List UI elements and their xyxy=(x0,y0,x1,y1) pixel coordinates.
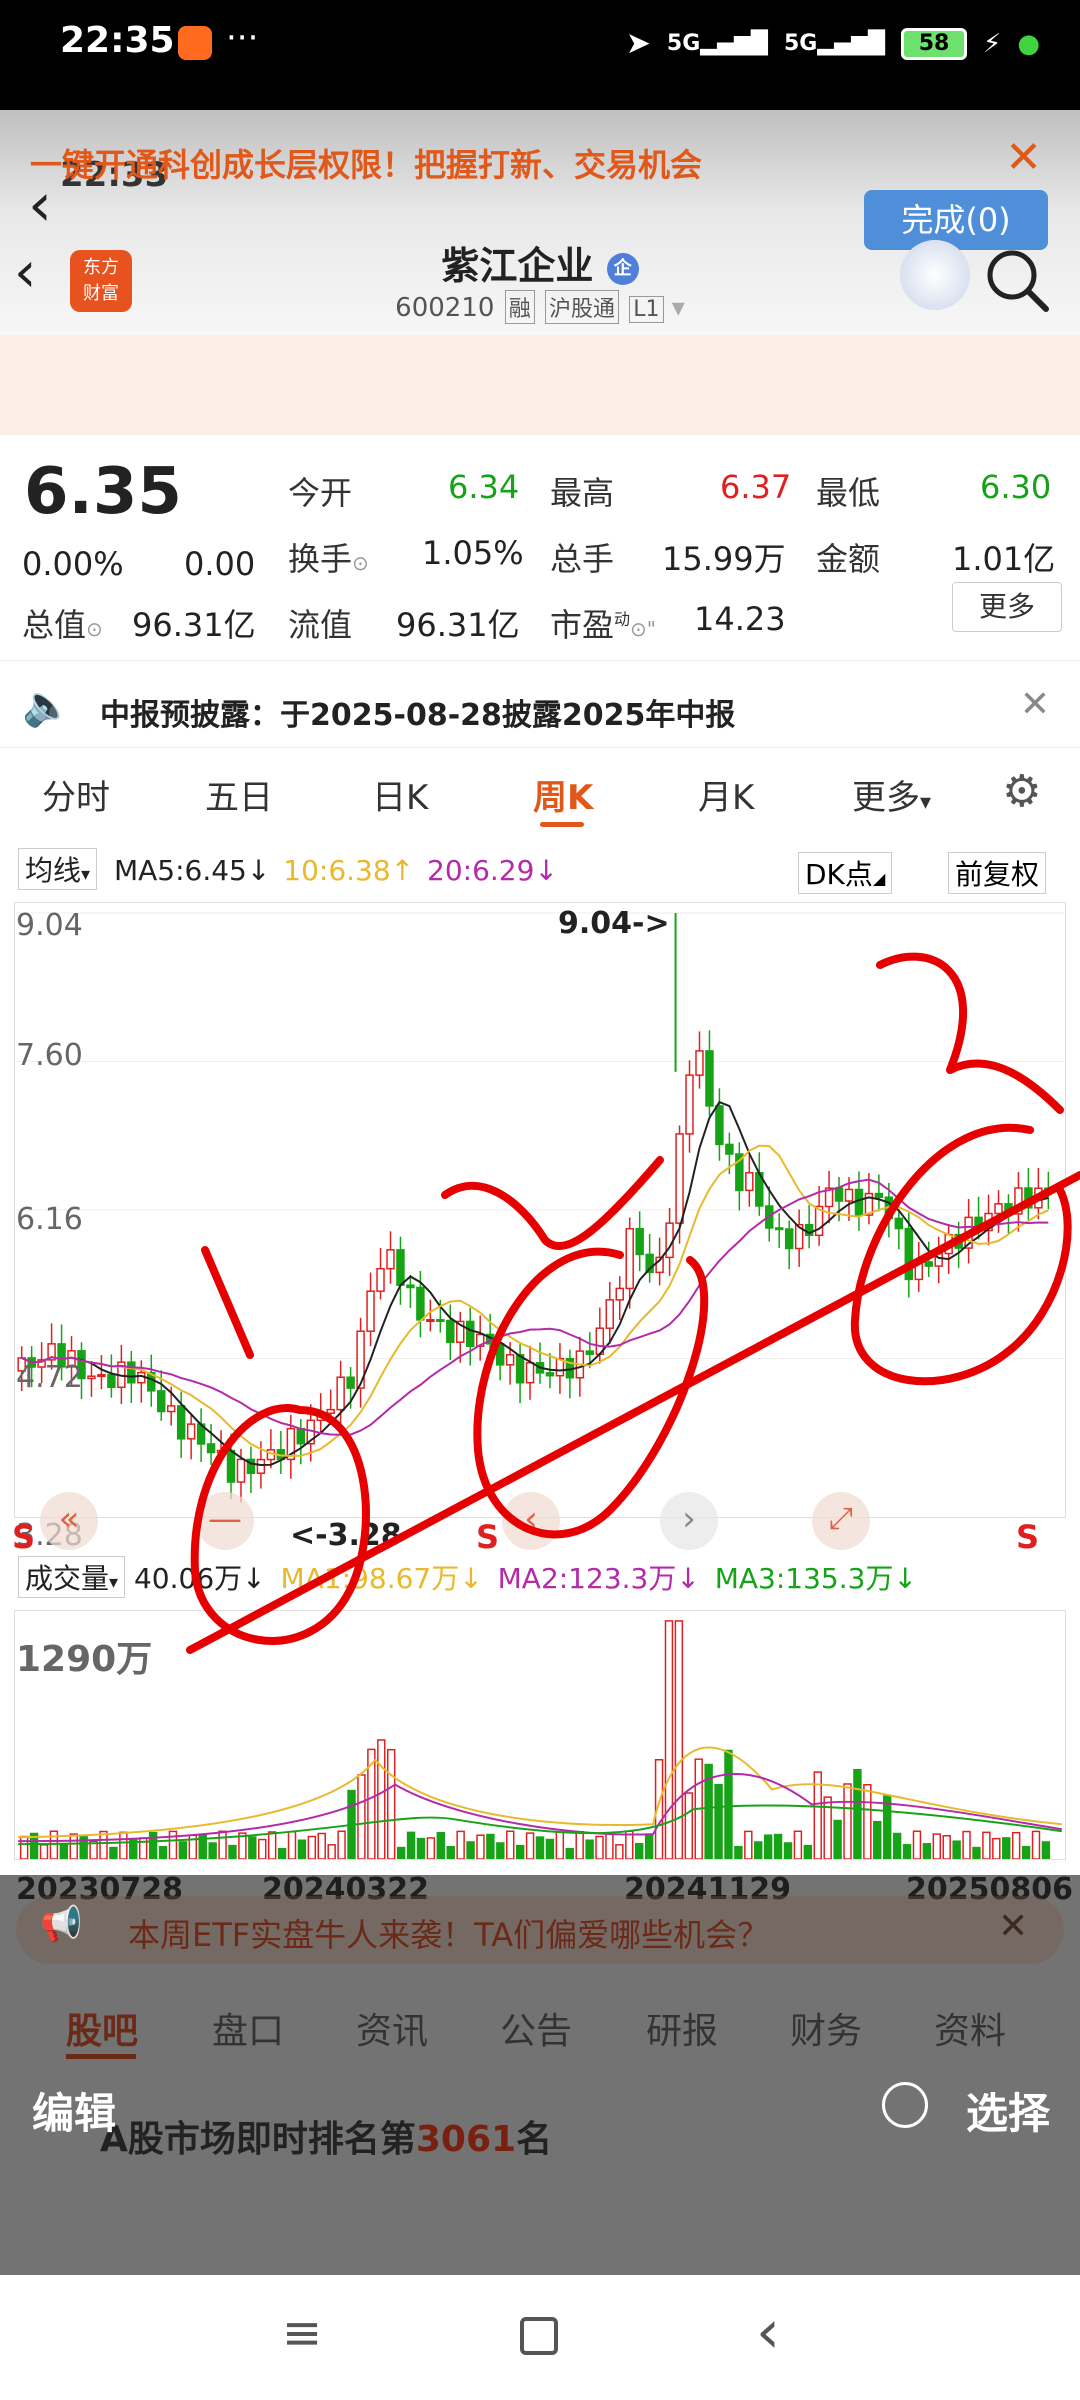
subtab-pankou: 盘口 xyxy=(212,2011,285,2052)
menu-icon[interactable]: ≡ xyxy=(282,2305,322,2361)
status-time: 22:35 xyxy=(60,20,175,61)
megaphone-icon: 📢 xyxy=(40,1904,83,1944)
screenshot-preview: 22:33 ‹ 完成(0) ‹ 东方 财富 紫江企业 企 600210 融 沪股… xyxy=(0,110,1080,2275)
location-icon: ➤ xyxy=(625,26,651,61)
etf-close-icon: ✕ xyxy=(998,1906,1029,1947)
home-icon[interactable] xyxy=(520,2317,558,2355)
battery-icon: 58 xyxy=(901,27,968,60)
more-notifications-icon: ··· xyxy=(226,18,259,58)
subtab-finance: 财务 xyxy=(790,2011,863,2052)
app-notification-icon xyxy=(178,26,212,60)
navigation-bar: ≡ ‹ xyxy=(0,2275,1080,2400)
signal-icon-1: 5G▂▄▆█ xyxy=(666,31,768,56)
select-checkbox[interactable] xyxy=(882,2082,928,2128)
select-button[interactable]: 选择 xyxy=(966,2080,1050,2141)
handwritten-annotations xyxy=(186,952,1080,1654)
etf-banner-text: 本周ETF实盘牛人来袭！TA们偏爱哪些机会？ xyxy=(128,1916,770,1954)
subtab-news: 资讯 xyxy=(356,2011,429,2052)
nav-back-icon[interactable]: ‹ xyxy=(756,2297,780,2367)
status-icons: ➤ 5G▂▄▆█ 5G▂▄▆█ 58 ⚡ ● xyxy=(626,26,1040,61)
system-status-bar: 22:35 ··· ➤ 5G▂▄▆█ 5G▂▄▆█ 58 ⚡ ● xyxy=(0,0,1080,110)
charging-icon: ⚡ xyxy=(983,28,1002,59)
subtab-research: 研报 xyxy=(646,2011,719,2052)
subtab-profile: 资料 xyxy=(934,2011,1007,2052)
status-dot-icon: ● xyxy=(1017,28,1040,59)
signal-icon-2: 5G▂▄▆█ xyxy=(783,31,886,56)
rank-text: A股市场即时排名第3061名 xyxy=(100,2119,553,2160)
subtab-guba: 股吧 xyxy=(66,2011,139,2052)
subtab-underline xyxy=(66,2054,136,2059)
edit-button[interactable]: 编辑 xyxy=(32,2080,116,2141)
subtab-announcements: 公告 xyxy=(500,2011,573,2052)
